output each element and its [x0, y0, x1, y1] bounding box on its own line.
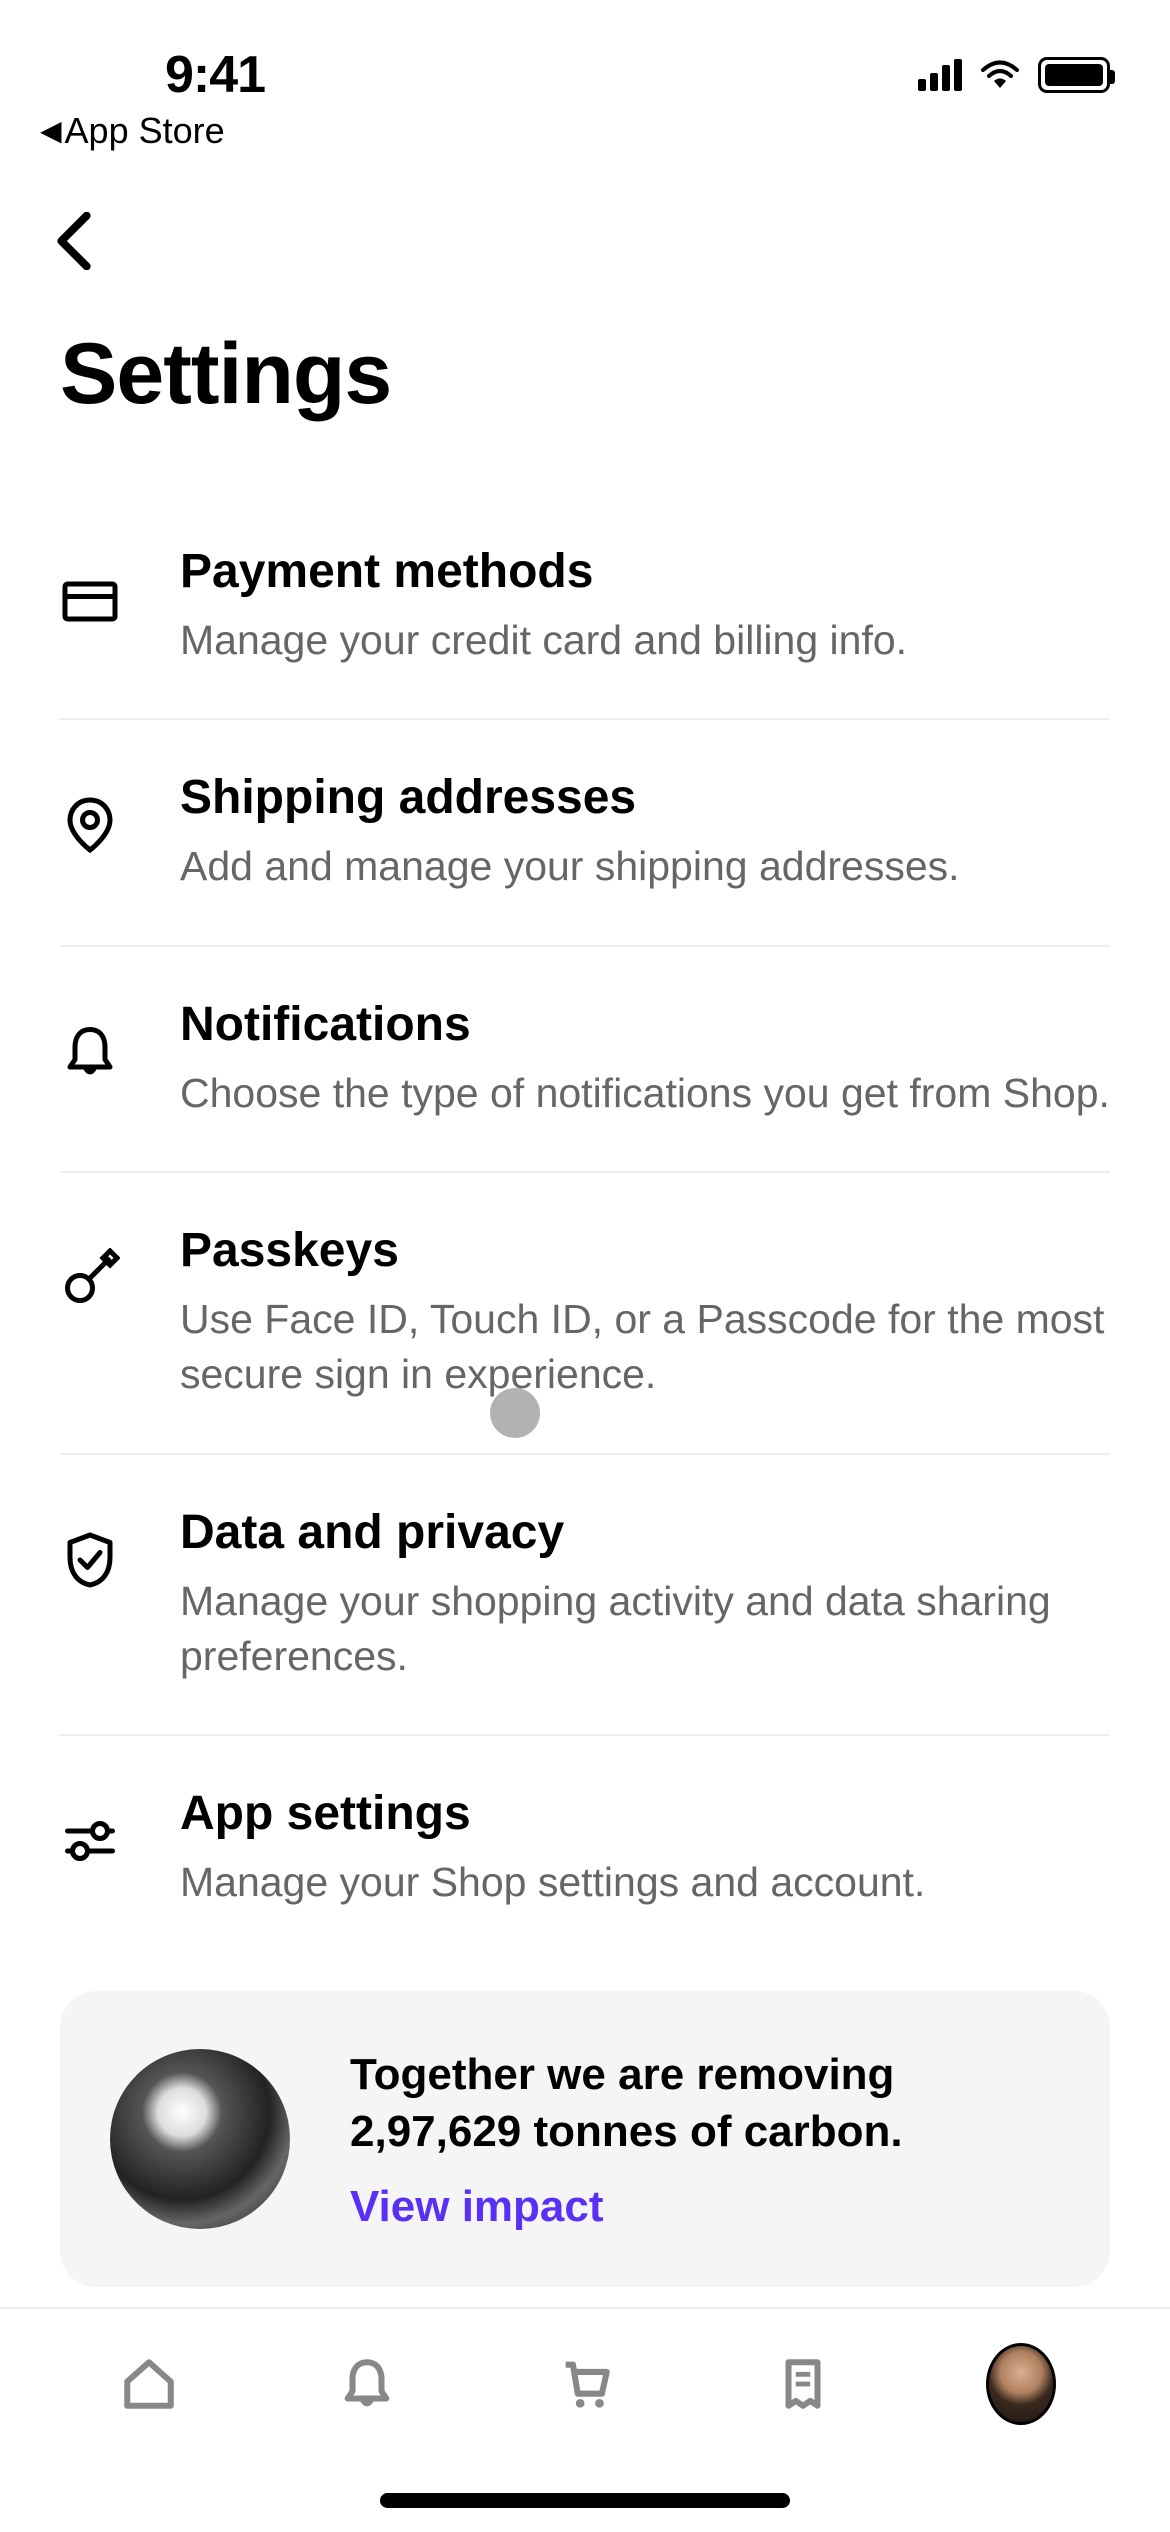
- view-impact-link[interactable]: View impact: [350, 2182, 604, 2231]
- row-subtitle: Add and manage your shipping addresses.: [180, 839, 1110, 894]
- home-icon: [120, 2355, 178, 2413]
- settings-row-notifications[interactable]: Notifications Choose the type of notific…: [60, 947, 1110, 1173]
- tab-cart[interactable]: [550, 2349, 620, 2419]
- row-subtitle: Manage your credit card and billing info…: [180, 613, 1110, 668]
- row-title: Notifications: [180, 997, 1110, 1052]
- battery-icon: [1038, 57, 1110, 93]
- receipt-icon: [774, 2355, 832, 2413]
- impact-text: Together we are removing 2,97,629 tonnes…: [350, 2046, 1060, 2160]
- settings-list: Payment methods Manage your credit card …: [0, 494, 1170, 1961]
- settings-row-shipping-addresses[interactable]: Shipping addresses Add and manage your s…: [60, 720, 1110, 946]
- tab-profile[interactable]: [986, 2349, 1056, 2419]
- row-subtitle: Choose the type of notifications you get…: [180, 1066, 1110, 1121]
- back-app-label: App Store: [65, 110, 225, 152]
- row-subtitle: Use Face ID, Touch ID, or a Passcode for…: [180, 1292, 1110, 1403]
- settings-row-app-settings[interactable]: App settings Manage your Shop settings a…: [60, 1736, 1110, 1960]
- row-title: App settings: [180, 1786, 1110, 1841]
- cellular-icon: [918, 59, 962, 91]
- page-title: Settings: [0, 305, 1170, 494]
- row-title: Payment methods: [180, 544, 1110, 599]
- chevron-left-icon: [55, 212, 93, 270]
- cart-icon: [556, 2355, 614, 2413]
- row-subtitle: Manage your shopping activity and data s…: [180, 1574, 1110, 1685]
- bell-icon: [60, 1022, 120, 1082]
- status-time: 9:41: [60, 45, 265, 105]
- status-indicators: [918, 57, 1110, 93]
- status-bar: 9:41: [0, 0, 1170, 110]
- shield-check-icon: [60, 1530, 120, 1590]
- back-to-app-store[interactable]: ◀ App Store: [0, 110, 1170, 152]
- row-title: Passkeys: [180, 1223, 1110, 1278]
- map-pin-icon: [60, 795, 120, 855]
- key-icon: [60, 1248, 120, 1308]
- row-title: Data and privacy: [180, 1505, 1110, 1560]
- settings-row-payment-methods[interactable]: Payment methods Manage your credit card …: [60, 494, 1110, 720]
- back-triangle-icon: ◀: [40, 114, 62, 147]
- bell-icon: [338, 2355, 396, 2413]
- tab-notifications[interactable]: [332, 2349, 402, 2419]
- wifi-icon: [980, 60, 1020, 90]
- tab-home[interactable]: [114, 2349, 184, 2419]
- back-button[interactable]: [0, 152, 1170, 305]
- avatar: [986, 2343, 1056, 2425]
- earth-icon: [110, 2049, 290, 2229]
- credit-card-icon: [60, 569, 120, 629]
- tab-orders[interactable]: [768, 2349, 838, 2419]
- row-subtitle: Manage your Shop settings and account.: [180, 1855, 1110, 1910]
- sliders-icon: [60, 1811, 120, 1871]
- carbon-impact-card: Together we are removing 2,97,629 tonnes…: [60, 1991, 1110, 2287]
- settings-row-passkeys[interactable]: Passkeys Use Face ID, Touch ID, or a Pas…: [60, 1173, 1110, 1455]
- settings-row-data-privacy[interactable]: Data and privacy Manage your shopping ac…: [60, 1455, 1110, 1737]
- row-title: Shipping addresses: [180, 770, 1110, 825]
- home-indicator[interactable]: [380, 2493, 790, 2508]
